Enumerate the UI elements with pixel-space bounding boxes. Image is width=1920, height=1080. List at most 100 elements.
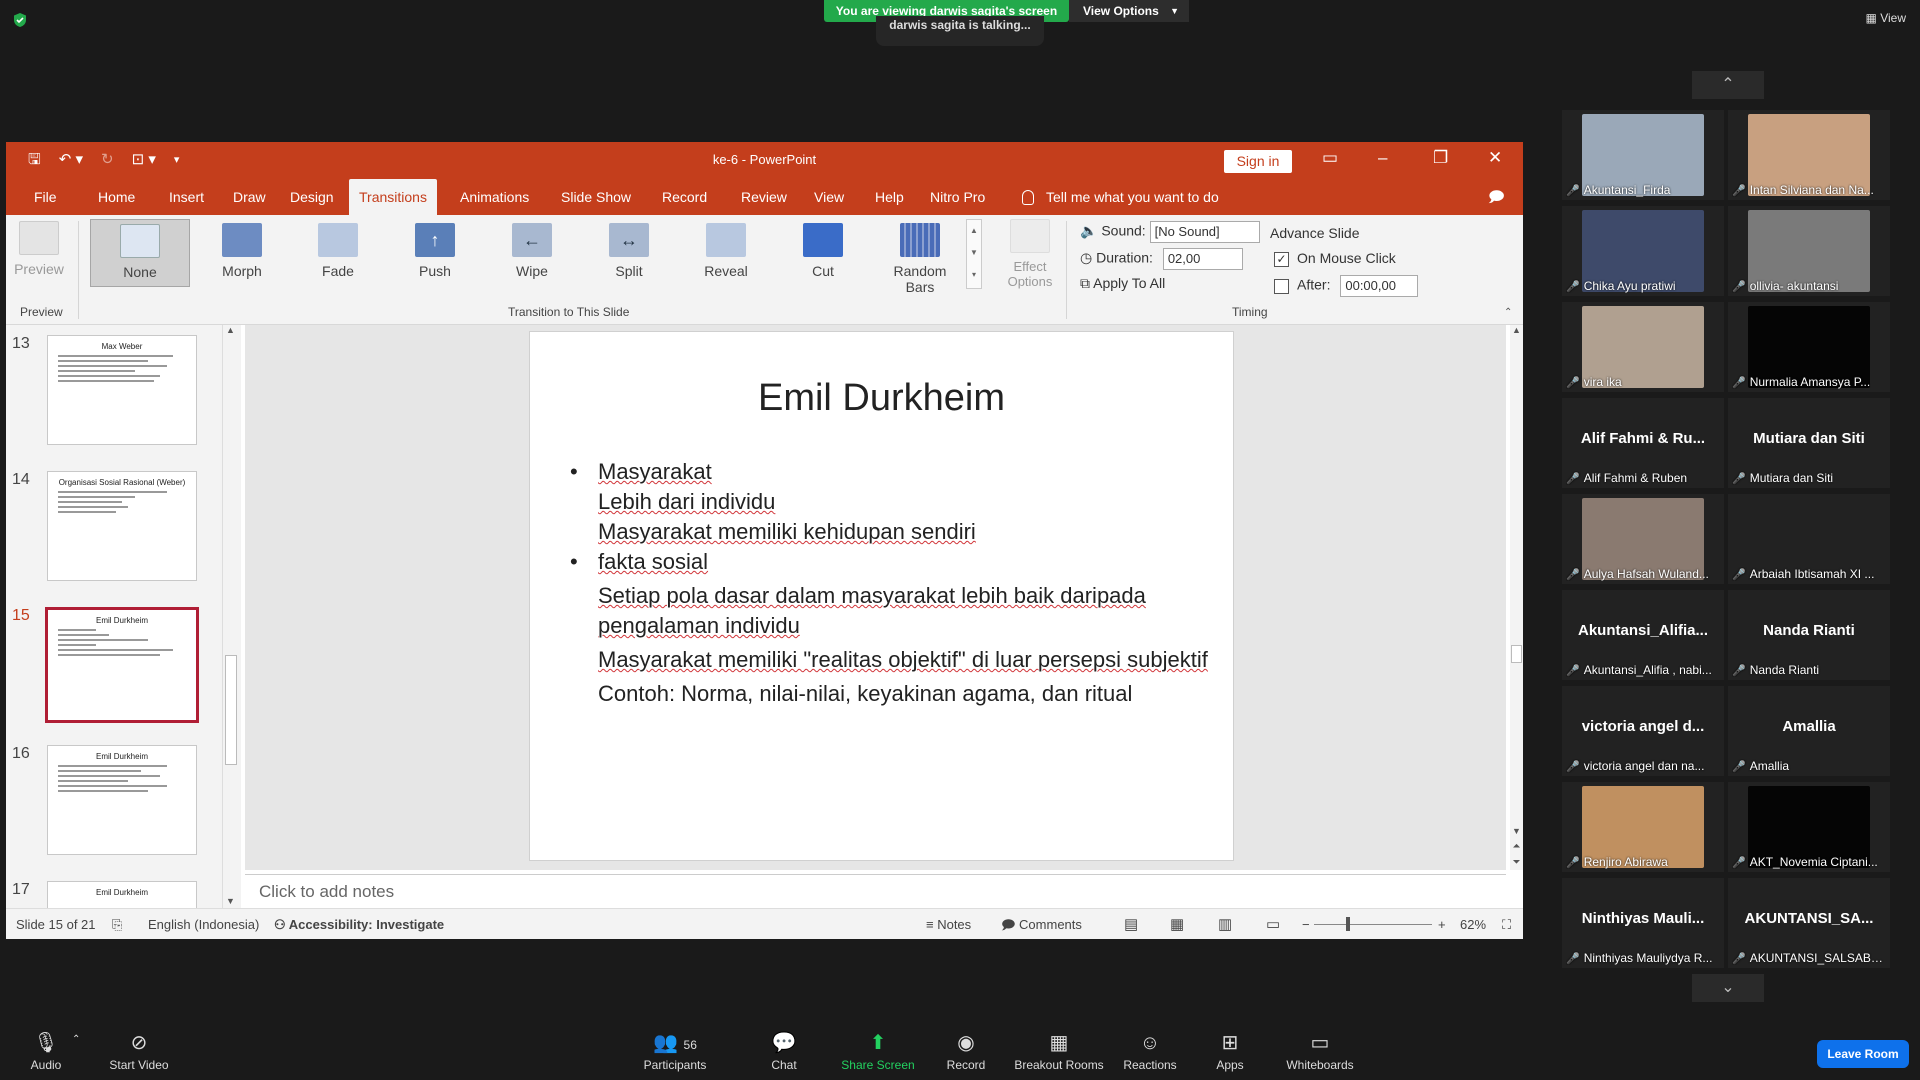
- scrollbar-thumb[interactable]: [1511, 645, 1522, 663]
- collapse-ribbon-icon[interactable]: ⌃: [1504, 307, 1512, 318]
- notes-pane[interactable]: Click to add notes: [245, 874, 1506, 908]
- breakout-rooms-button[interactable]: ▦ Breakout Rooms: [1012, 1030, 1106, 1072]
- scroll-down-icon[interactable]: ▼: [223, 896, 238, 906]
- duration-field[interactable]: 02,00: [1162, 248, 1243, 270]
- thumbnail-scrollbar[interactable]: ▲ ▼: [222, 325, 238, 908]
- record-button[interactable]: ◉ Record: [944, 1030, 988, 1072]
- gallery-scroll[interactable]: ▲ ▼ ▾: [966, 219, 982, 289]
- ribbon-display-icon[interactable]: ▭: [1322, 148, 1338, 168]
- tab-home[interactable]: Home: [88, 179, 145, 215]
- audio-caret-icon[interactable]: ⌃: [72, 1034, 80, 1045]
- after-checkbox[interactable]: [1274, 278, 1289, 294]
- zoom-in-icon[interactable]: +: [1438, 909, 1446, 939]
- leave-room-button[interactable]: Leave Room: [1817, 1040, 1909, 1068]
- chat-button[interactable]: 💬 Chat: [764, 1030, 804, 1072]
- scrollbar-thumb[interactable]: [225, 655, 237, 765]
- participant-tile[interactable]: Alif Fahmi & Ru... 🎤 Alif Fahmi & Ruben: [1562, 398, 1724, 488]
- transition-cut[interactable]: Cut: [781, 223, 865, 279]
- scroll-down-icon[interactable]: ▼: [1510, 826, 1523, 836]
- reactions-button[interactable]: ☺ Reactions: [1122, 1030, 1178, 1072]
- slide-title[interactable]: Emil Durkheim: [530, 377, 1233, 420]
- tab-file[interactable]: File: [24, 179, 67, 215]
- slide-sorter-icon[interactable]: ▦: [1170, 909, 1184, 939]
- tab-review[interactable]: Review: [731, 179, 797, 215]
- view-options-button[interactable]: View Options ▼: [1069, 0, 1189, 22]
- whiteboards-button[interactable]: ▭ Whiteboards: [1282, 1030, 1358, 1072]
- after-field[interactable]: 00:00,00: [1340, 275, 1419, 297]
- participant-tile[interactable]: 🎤 Akuntansi_Firda: [1562, 110, 1724, 200]
- tell-me-search[interactable]: Tell me what you want to do: [1022, 179, 1219, 215]
- effect-options-button[interactable]: Effect Options: [1000, 219, 1060, 289]
- transition-reveal[interactable]: Reveal: [684, 223, 768, 279]
- transition-morph[interactable]: Morph: [200, 223, 284, 279]
- preview-button[interactable]: Preview: [14, 221, 64, 277]
- thumbnail-slide[interactable]: Emil Durkheim: [47, 745, 197, 855]
- participant-tile[interactable]: 🎤 Chika Ayu pratiwi: [1562, 206, 1724, 296]
- previous-slide-icon[interactable]: ⏶: [1510, 841, 1523, 852]
- on-mouse-click-checkbox[interactable]: ✓: [1274, 251, 1289, 267]
- gallery-more-icon[interactable]: ▾: [967, 264, 981, 286]
- transition-fade[interactable]: Fade: [296, 223, 380, 279]
- participant-tile[interactable]: victoria angel d... 🎤 victoria angel dan n…: [1562, 686, 1724, 776]
- fit-slide-icon[interactable]: ⛶: [1502, 909, 1511, 939]
- participant-tile[interactable]: 🎤 Renjiro Abirawa: [1562, 782, 1724, 872]
- thumbnail-slide[interactable]: Organisasi Sosial Rasional (Weber): [47, 471, 197, 581]
- share-screen-button[interactable]: ⬆ Share Screen: [838, 1030, 918, 1072]
- participant-tile[interactable]: Nanda Rianti 🎤 Nanda Rianti: [1728, 590, 1890, 680]
- tab-slide-show[interactable]: Slide Show: [551, 179, 641, 215]
- zoom-out-icon[interactable]: −: [1302, 909, 1310, 939]
- gallery-down-icon[interactable]: ▼: [967, 242, 981, 264]
- participants-button[interactable]: 👥 56 Participants: [640, 1030, 710, 1072]
- spell-check-icon[interactable]: ⎘: [112, 909, 122, 939]
- participant-tile[interactable]: Amallia 🎤 Amallia: [1728, 686, 1890, 776]
- start-video-button[interactable]: ⊘ Start Video: [104, 1030, 174, 1072]
- tab-insert[interactable]: Insert: [159, 179, 214, 215]
- participant-tile[interactable]: Akuntansi_Alifia... 🎤 Akuntansi_Alifia , n…: [1562, 590, 1724, 680]
- transition-none[interactable]: None: [90, 219, 190, 287]
- participant-tile[interactable]: 🎤 Aulya Hafsah Wuland...: [1562, 494, 1724, 584]
- reading-view-icon[interactable]: ▥: [1218, 909, 1232, 939]
- transition-random-bars[interactable]: Random Bars: [878, 223, 962, 295]
- notes-button[interactable]: ≡ Notes: [926, 909, 971, 939]
- gallery-down-icon[interactable]: ⌄: [1692, 974, 1764, 1002]
- slide-body[interactable]: Masyarakat Lebih dari individu Masyaraka…: [570, 457, 1210, 709]
- accessibility-status[interactable]: ⚇ Accessibility: Investigate: [274, 909, 444, 939]
- comments-button[interactable]: 🗩 Comments: [1001, 909, 1082, 939]
- gallery-up-icon[interactable]: ⌃: [1692, 71, 1764, 99]
- participant-tile[interactable]: 🎤 Arbaiah Ibtisamah XI ...: [1728, 494, 1890, 584]
- apply-to-all-button[interactable]: ⧉ Apply To All: [1080, 275, 1165, 292]
- tab-transitions[interactable]: Transitions: [349, 179, 437, 215]
- sign-in-button[interactable]: Sign in: [1224, 150, 1292, 173]
- scroll-up-icon[interactable]: ▲: [223, 325, 238, 335]
- tab-design[interactable]: Design: [280, 179, 344, 215]
- audio-button[interactable]: 🎙 Audio: [28, 1030, 64, 1072]
- gallery-up-icon[interactable]: ▲: [967, 220, 981, 242]
- restore-icon[interactable]: ❐: [1433, 148, 1448, 168]
- participant-tile[interactable]: Ninthiyas Mauli... 🎤 Ninthiyas Mauliydya R…: [1562, 878, 1724, 968]
- transition-wipe[interactable]: ← Wipe: [490, 223, 574, 279]
- apps-button[interactable]: ⊞ Apps: [1212, 1030, 1248, 1072]
- close-icon[interactable]: ✕: [1488, 148, 1502, 168]
- participant-tile[interactable]: AKUNTANSI_SA... 🎤 AKUNTANSI_SALSABIL...: [1728, 878, 1890, 968]
- comments-icon[interactable]: 🗩: [1488, 187, 1505, 212]
- tab-animations[interactable]: Animations: [450, 179, 539, 215]
- tab-draw[interactable]: Draw: [223, 179, 276, 215]
- zoom-slider[interactable]: [1314, 924, 1432, 925]
- participant-tile[interactable]: 🎤 Intan Silviana dan Na...: [1728, 110, 1890, 200]
- sound-select[interactable]: [No Sound]: [1149, 221, 1260, 243]
- scroll-up-icon[interactable]: ▲: [1510, 325, 1523, 335]
- participant-tile[interactable]: 🎤 AKT_Novemia Ciptani...: [1728, 782, 1890, 872]
- zoom-slider-thumb[interactable]: [1346, 917, 1350, 931]
- participant-tile[interactable]: 🎤 ollivia- akuntansi: [1728, 206, 1890, 296]
- current-slide[interactable]: Emil Durkheim Masyarakat Lebih dari indi…: [529, 331, 1234, 861]
- participant-tile[interactable]: 🎤 Nurmalia Amansya P...: [1728, 302, 1890, 392]
- tab-view[interactable]: View: [804, 179, 854, 215]
- editor-scrollbar[interactable]: ▲ ▼ ⏶ ⏷: [1510, 325, 1523, 870]
- tab-nitro-pro[interactable]: Nitro Pro: [920, 179, 995, 215]
- transition-push[interactable]: ↑ Push: [393, 223, 477, 279]
- normal-view-icon[interactable]: ▤: [1124, 909, 1138, 939]
- language-status[interactable]: English (Indonesia): [148, 909, 259, 939]
- participant-tile[interactable]: Mutiara dan Siti 🎤 Mutiara dan Siti: [1728, 398, 1890, 488]
- thumbnail-slide[interactable]: Max Weber: [47, 335, 197, 445]
- on-mouse-click-row[interactable]: ✓ On Mouse Click: [1274, 250, 1396, 267]
